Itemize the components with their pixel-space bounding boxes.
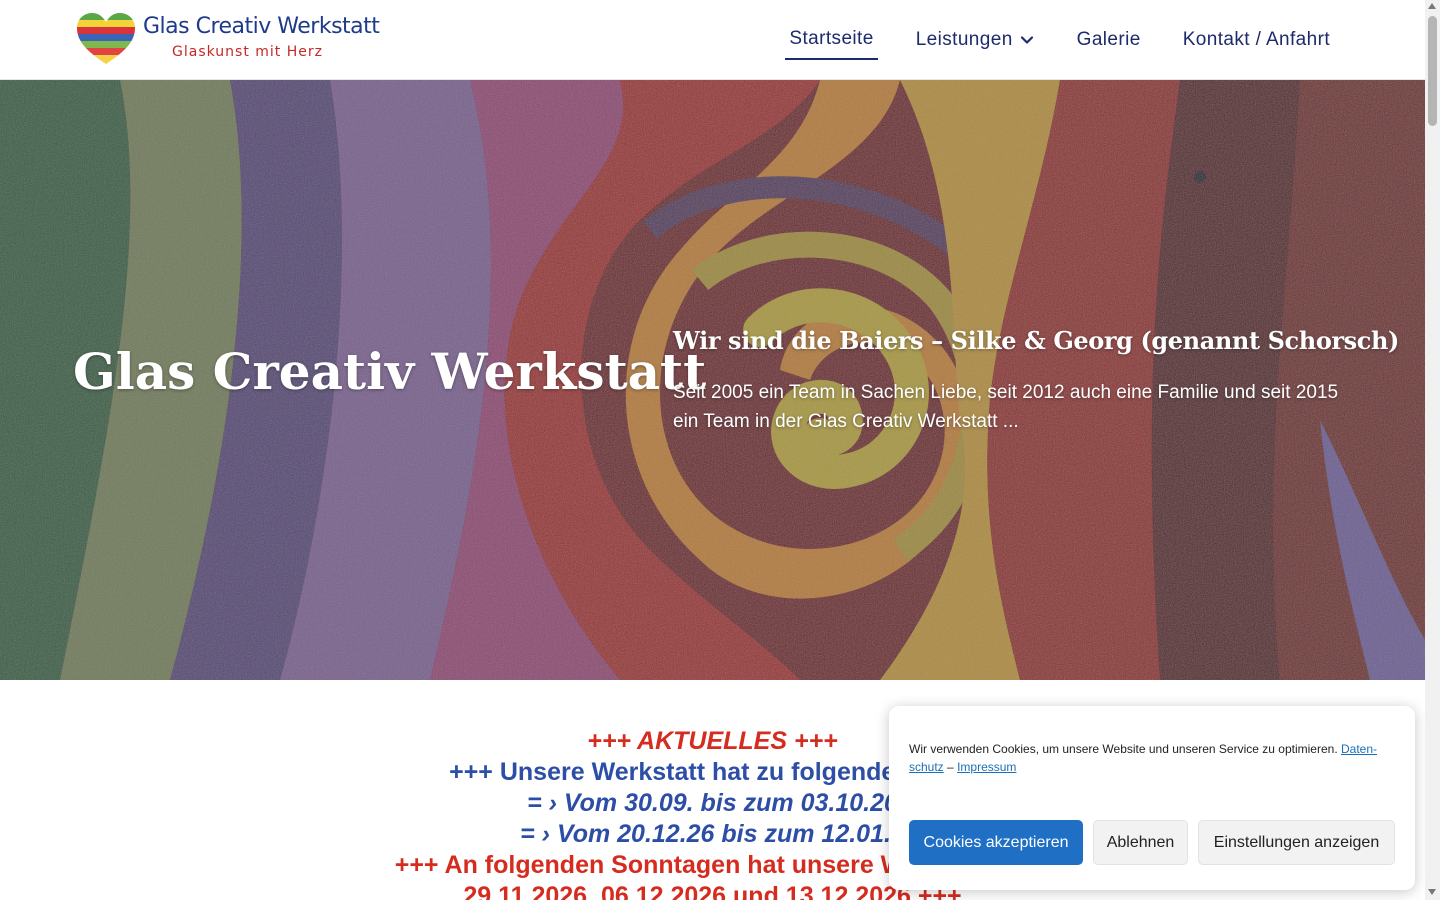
cookie-consent-banner: Wir verwenden Cookies, um unsere Website… [889, 706, 1415, 890]
scroll-down-arrow-icon[interactable] [1428, 889, 1436, 895]
nav-item-label: Kontakt / Anfahrt [1182, 29, 1330, 50]
nav-item-galerie[interactable]: Galerie [1073, 25, 1145, 59]
deny-cookies-button[interactable]: Ablehnen [1093, 820, 1188, 865]
cookie-text: Wir verwenden Cookies, um unsere Website… [909, 742, 1338, 756]
scrollbar-thumb[interactable] [1428, 16, 1437, 126]
site-header: Glas Creativ Werkstatt Glaskunst mit Her… [0, 0, 1425, 80]
nav-item-leistungen[interactable]: Leistungen [912, 25, 1039, 59]
accept-cookies-button[interactable]: Cookies akzeptieren [909, 820, 1083, 865]
page-scrollbar[interactable] [1425, 0, 1440, 900]
cookie-settings-button[interactable]: Einstellungen anzeigen [1198, 820, 1395, 865]
nav-item-label: Startseite [789, 28, 874, 49]
nav-item-label: Galerie [1076, 29, 1141, 50]
logo-tagline: Glaskunst mit Herz [172, 44, 323, 60]
cookie-message: Wir verwenden Cookies, um unsere Website… [909, 740, 1389, 776]
main-navigation: Startseite Leistungen Galerie Kontakt / … [785, 24, 1334, 60]
logo-title: Glas Creativ Werkstatt [143, 14, 380, 39]
hero-section: Glas Creativ Werkstatt Wir sind die Baie… [0, 80, 1425, 680]
hero-text: Seit 2005 ein Team in Sachen Liebe, seit… [673, 382, 1339, 432]
nav-item-startseite[interactable]: Startseite [785, 24, 878, 60]
site-logo[interactable]: Glas Creativ Werkstatt Glaskunst mit Her… [76, 12, 380, 68]
chevron-down-icon[interactable] [1019, 32, 1035, 48]
hero-title: Glas Creativ Werkstatt [73, 342, 707, 401]
nav-item-kontakt[interactable]: Kontakt / Anfahrt [1179, 25, 1334, 59]
imprint-link[interactable]: Impressum [957, 760, 1016, 774]
link-separator: – [947, 760, 954, 774]
hero-subtitle: Wir sind die Baiers – Silke & Georg (gen… [673, 326, 1399, 355]
nav-item-label: Leistungen [915, 29, 1013, 50]
scroll-up-arrow-icon[interactable] [1428, 3, 1436, 9]
rainbow-heart-icon [77, 13, 135, 64]
